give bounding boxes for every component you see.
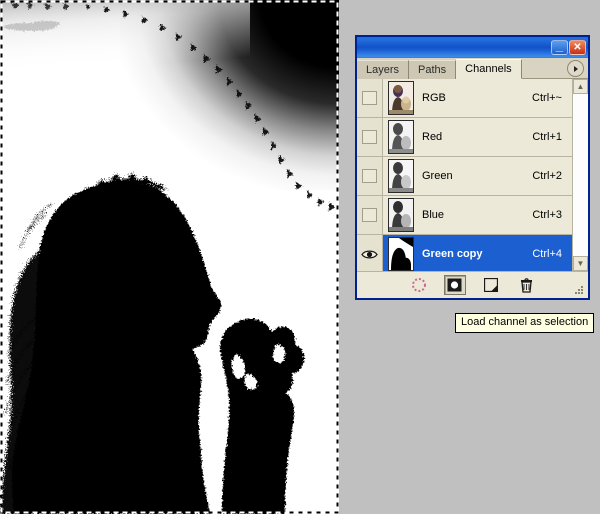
channel-visibility-toggle[interactable] <box>357 79 383 117</box>
eye-checkbox-empty-icon <box>362 130 377 144</box>
load-channel-as-selection-icon <box>411 278 426 292</box>
trash-icon <box>521 277 532 293</box>
channel-visibility-toggle[interactable] <box>357 196 383 234</box>
channel-list-wrapper: RGB Ctrl+~ Red Ctrl+1 Green Ctrl+2 Blue … <box>357 79 588 271</box>
palette-toolbar[interactable] <box>357 271 588 298</box>
channel-name: Red <box>422 131 443 143</box>
channel-shortcut: Ctrl+2 <box>532 170 562 182</box>
load-channel-as-selection-button[interactable] <box>408 275 430 295</box>
channel-thumbnail <box>388 120 414 154</box>
channel-thumbnail <box>388 81 414 115</box>
minimize-button[interactable]: _ <box>551 38 568 55</box>
scrollbar-track[interactable] <box>573 94 588 256</box>
tab-layers[interactable]: Layers <box>357 60 410 79</box>
channel-thumbnail <box>388 237 414 271</box>
channel-visibility-toggle[interactable] <box>357 235 383 271</box>
channel-shortcut: Ctrl+1 <box>532 131 562 143</box>
close-icon: ✕ <box>573 42 582 53</box>
tooltip: Load channel as selection <box>455 313 595 333</box>
eye-checkbox-empty-icon <box>362 91 377 105</box>
chevron-up-icon: ▲ <box>576 81 585 91</box>
channel-list-scrollbar[interactable]: ▲ ▼ <box>572 79 588 271</box>
save-selection-as-channel-button[interactable] <box>443 275 466 295</box>
scroll-up-button[interactable]: ▲ <box>573 79 588 94</box>
palette-menu-icon[interactable] <box>567 60 584 77</box>
screen: _ ✕ Layers Paths Channels RGB Ctrl+~ Red… <box>0 0 600 514</box>
resize-grip-icon[interactable] <box>575 286 584 295</box>
channel-list[interactable]: RGB Ctrl+~ Red Ctrl+1 Green Ctrl+2 Blue … <box>357 79 572 271</box>
close-button[interactable]: ✕ <box>569 40 586 55</box>
channel-shortcut: Ctrl+3 <box>532 209 562 221</box>
palette-titlebar[interactable]: _ ✕ <box>357 37 588 58</box>
palette-tab-bar[interactable]: Layers Paths Channels <box>357 58 588 79</box>
chevron-down-icon: ▼ <box>576 258 585 268</box>
table-row[interactable]: RGB Ctrl+~ <box>357 79 572 118</box>
save-selection-as-channel-icon <box>447 278 462 292</box>
channel-thumbnail <box>388 198 414 232</box>
delete-channel-button[interactable] <box>516 275 538 295</box>
channel-name: Blue <box>422 209 445 221</box>
eye-checkbox-empty-icon <box>362 169 377 183</box>
channel-name: Green copy <box>422 248 483 260</box>
eye-icon <box>361 250 378 258</box>
channel-thumbnail <box>388 159 414 193</box>
table-row[interactable]: Green copy Ctrl+4 <box>357 235 572 271</box>
table-row[interactable]: Blue Ctrl+3 <box>357 196 572 235</box>
photoshop-canvas[interactable] <box>0 0 339 514</box>
new-channel-icon <box>483 278 498 292</box>
tab-paths[interactable]: Paths <box>409 60 457 79</box>
channel-shortcut: Ctrl+4 <box>532 248 562 260</box>
new-channel-button[interactable] <box>480 275 502 295</box>
channel-visibility-toggle[interactable] <box>357 118 383 156</box>
channels-palette-window[interactable]: _ ✕ Layers Paths Channels RGB Ctrl+~ Red… <box>355 35 590 300</box>
channel-visibility-toggle[interactable] <box>357 157 383 195</box>
table-row[interactable]: Green Ctrl+2 <box>357 157 572 196</box>
channel-mask-artwork <box>0 0 339 514</box>
eye-checkbox-empty-icon <box>362 208 377 222</box>
channel-name: Green <box>422 170 453 182</box>
scroll-down-button[interactable]: ▼ <box>573 256 588 271</box>
tab-channels[interactable]: Channels <box>456 59 522 79</box>
channel-name: RGB <box>422 92 446 104</box>
table-row[interactable]: Red Ctrl+1 <box>357 118 572 157</box>
channel-shortcut: Ctrl+~ <box>532 92 562 104</box>
minimize-icon: _ <box>555 38 564 53</box>
